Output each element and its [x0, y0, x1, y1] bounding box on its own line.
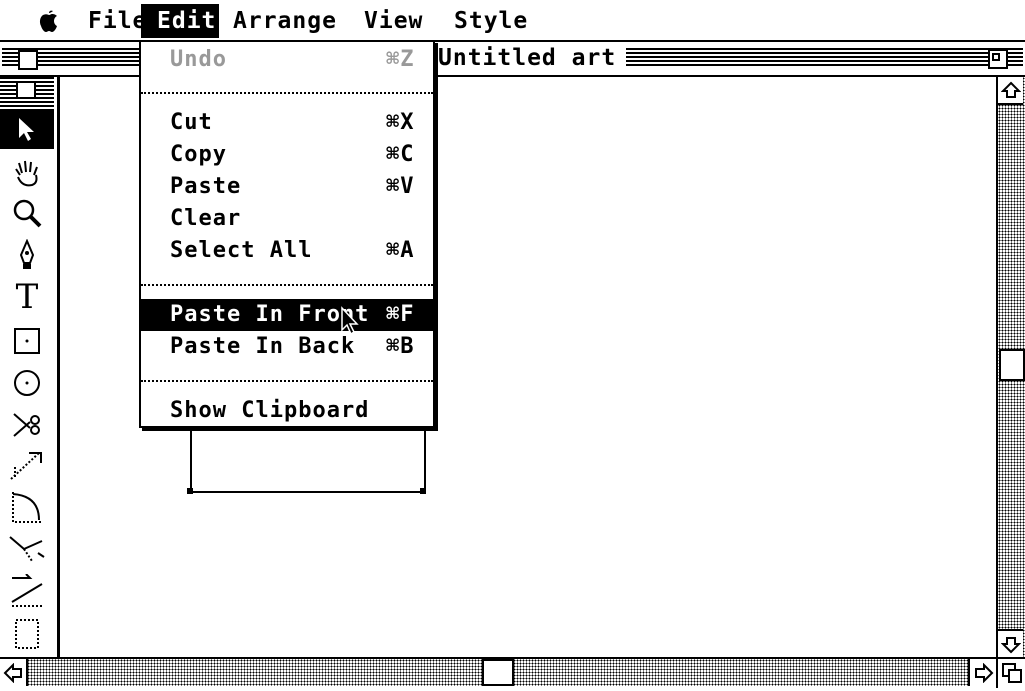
menu-style[interactable]: Style — [454, 4, 528, 38]
scroll-right-arrow-icon[interactable] — [968, 659, 998, 686]
palette-title-bar[interactable] — [0, 77, 54, 107]
horizontal-scroll-thumb[interactable] — [482, 659, 514, 686]
menu-item-undo[interactable]: Undo ⌘Z — [141, 44, 433, 76]
text-tool-icon[interactable]: T — [4, 277, 50, 317]
grabber-hand-icon[interactable] — [4, 153, 50, 193]
scroll-up-arrow-icon[interactable] — [998, 77, 1023, 105]
menu-bar: File Edit Arrange View Style — [0, 0, 1025, 42]
rectangle-tool-icon[interactable] — [4, 321, 50, 361]
oval-tool-icon[interactable] — [4, 363, 50, 403]
menu-item-copy[interactable]: Copy ⌘C — [141, 139, 433, 171]
tool-palette: T — [0, 77, 60, 657]
arrow-tool-icon[interactable] — [0, 109, 54, 149]
horizontal-scrollbar[interactable] — [0, 657, 998, 686]
rotate-tool-icon[interactable] — [4, 529, 50, 569]
pen-tool-icon[interactable] — [4, 235, 50, 275]
scroll-down-arrow-icon[interactable] — [998, 629, 1023, 659]
scroll-left-arrow-icon[interactable] — [0, 659, 28, 686]
edit-menu-dropdown: Undo ⌘Z Cut ⌘X Copy ⌘C Paste ⌘V Clear Select… — [139, 40, 435, 428]
scissors-tool-icon[interactable] — [4, 405, 50, 445]
selection-handle[interactable] — [420, 488, 426, 494]
reflect-tool-icon[interactable] — [4, 571, 50, 611]
palette-close-box-icon[interactable] — [16, 81, 36, 99]
scale-tool-icon[interactable] — [4, 613, 50, 653]
menu-item-show-clipboard[interactable]: Show Clipboard — [141, 395, 433, 427]
menu-separator — [141, 380, 433, 382]
vertical-scroll-thumb[interactable] — [999, 349, 1025, 381]
menu-arrange[interactable]: Arrange — [233, 4, 337, 38]
zoom-magnifier-icon[interactable] — [4, 193, 50, 233]
menu-separator — [141, 284, 433, 286]
rectangle-shape[interactable] — [190, 420, 426, 493]
menu-item-select-all[interactable]: Select All ⌘A — [141, 235, 433, 267]
apple-icon[interactable] — [36, 4, 62, 38]
menu-view[interactable]: View — [364, 4, 423, 38]
window-title: Untitled art — [428, 42, 627, 75]
grow-box-icon[interactable] — [996, 657, 1025, 688]
blend-tool-icon[interactable] — [4, 445, 50, 485]
menu-item-paste-in-front[interactable]: Paste In Front ⌘F — [141, 299, 433, 331]
menu-item-cut[interactable]: Cut ⌘X — [141, 107, 433, 139]
menu-item-paste-in-back[interactable]: Paste In Back ⌘B — [141, 331, 433, 363]
menu-item-clear[interactable]: Clear — [141, 203, 433, 235]
menu-separator — [141, 92, 433, 94]
close-box-icon[interactable] — [18, 50, 38, 70]
vertical-scrollbar[interactable] — [996, 77, 1025, 659]
menu-item-paste[interactable]: Paste ⌘V — [141, 171, 433, 203]
selection-handle[interactable] — [187, 488, 193, 494]
arc-tool-icon[interactable] — [4, 487, 50, 527]
menu-edit[interactable]: Edit — [141, 4, 219, 38]
mouse-pointer-icon — [340, 306, 360, 340]
zoom-box-icon[interactable] — [988, 49, 1008, 69]
